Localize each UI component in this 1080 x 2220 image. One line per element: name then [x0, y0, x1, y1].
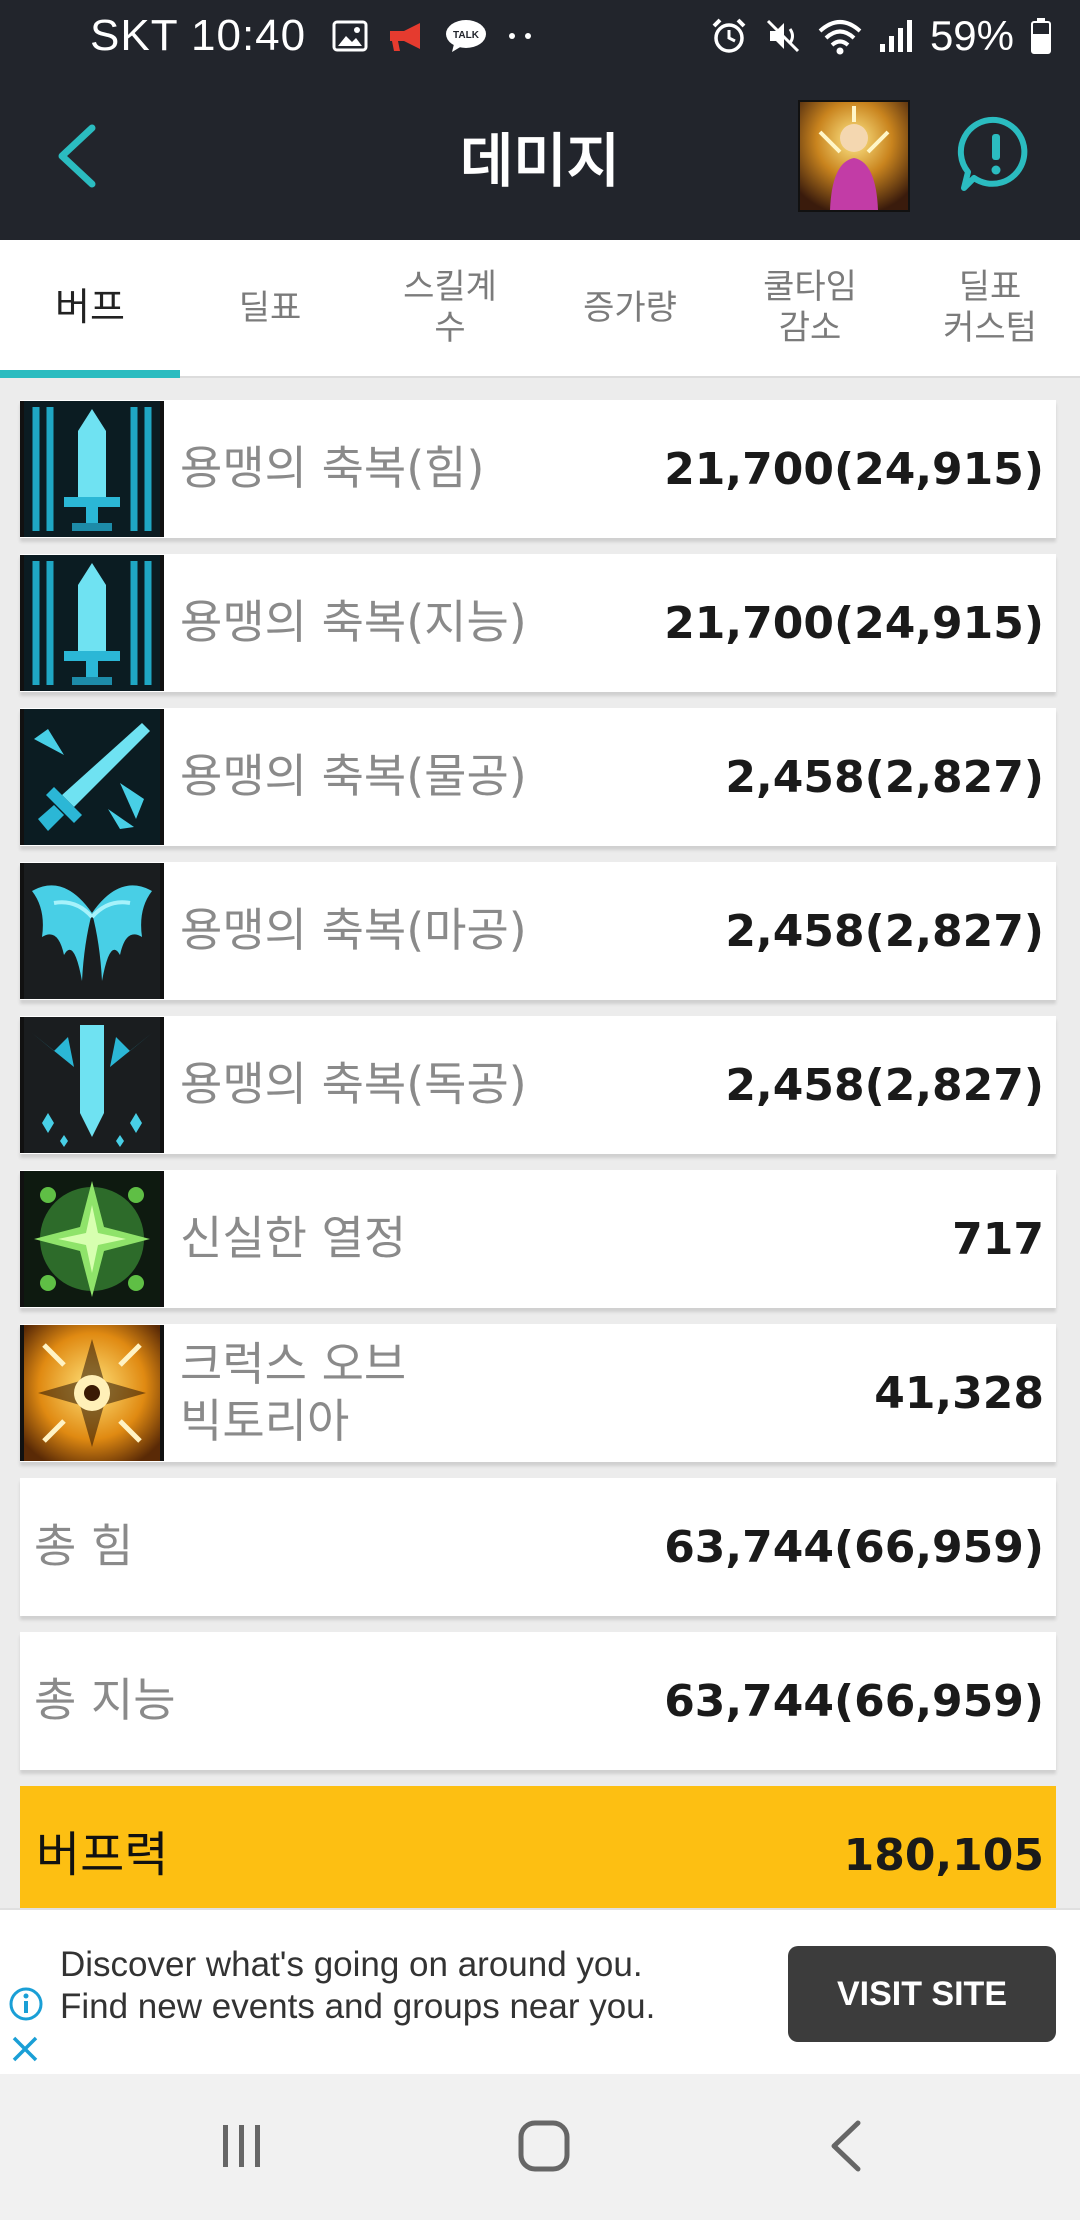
golden-sigil-icon [24, 1325, 160, 1461]
gallery-icon [332, 20, 368, 52]
recent-apps-icon [223, 2125, 260, 2167]
alert-bubble-icon [957, 116, 1028, 191]
visit-site-button[interactable]: VISIT SITE [788, 1946, 1056, 2042]
report-button[interactable] [954, 112, 1038, 196]
buff-list: 용맹의 축복(힘) 21,700(24,915) 용맹의 축복(지능) 21,7… [20, 400, 1056, 1940]
green-cross-icon [24, 1171, 160, 1307]
back-arrow-icon [831, 2120, 861, 2172]
recent-apps-button[interactable] [182, 2096, 302, 2196]
buff-value: 21,700(24,915) [664, 597, 1044, 649]
talk-icon: TALK [446, 20, 487, 52]
buff-value: 717 [952, 1213, 1044, 1265]
nav-back-button[interactable] [786, 2096, 906, 2196]
buff-value: 2,458(2,827) [725, 905, 1044, 957]
character-portrait-icon [800, 102, 908, 210]
notification-icons: TALK [332, 18, 536, 54]
status-bar: SKT 10:40 TALK 59% [0, 0, 1080, 72]
skill-icon [20, 709, 164, 845]
avatar[interactable] [798, 100, 910, 212]
home-button[interactable] [484, 2096, 604, 2196]
buff-name: 용맹의 축복(물공) [180, 749, 527, 804]
total-value: 63,744(66,959) [664, 1675, 1044, 1727]
app-bar: 데미지 [0, 72, 1080, 240]
list-item[interactable]: 용맹의 축복(물공) 2,458(2,827) [20, 708, 1056, 846]
ad-text: Discover what's going on around you. Fin… [60, 1944, 655, 2028]
close-icon[interactable] [10, 2034, 40, 2064]
more-dots-icon [509, 33, 532, 39]
skill-icon [20, 555, 164, 691]
home-icon [518, 2120, 570, 2172]
list-item[interactable]: 용맹의 축복(독공) 2,458(2,827) [20, 1016, 1056, 1154]
tab-buff[interactable]: 버프 [0, 240, 180, 378]
blessing-sword-icon [24, 555, 160, 691]
ad-banner[interactable]: Discover what's going on around you. Fin… [0, 1908, 1080, 2074]
buff-name: 용맹의 축복(지능) [180, 595, 527, 650]
buff-name: 크럭스 오브 빅토리아 [180, 1336, 407, 1449]
ad-line-2: Find new events and groups near you. [60, 1987, 656, 2026]
megaphone-icon [390, 23, 421, 51]
total-row: 총 힘 63,744(66,959) [20, 1478, 1056, 1616]
svg-text:TALK: TALK [453, 30, 480, 41]
buff-name: 용맹의 축복(힘) [180, 441, 485, 496]
buff-power-label: 버프력 [36, 1827, 169, 1883]
battery-icon [1031, 18, 1051, 54]
list-item[interactable]: 크럭스 오브 빅토리아 41,328 [20, 1324, 1056, 1462]
chevron-left-icon [58, 124, 96, 188]
list-item[interactable]: 용맹의 축복(지능) 21,700(24,915) [20, 554, 1056, 692]
crossed-blades-icon [24, 709, 160, 845]
battery-percent: 59% [929, 12, 1014, 59]
buff-value: 2,458(2,827) [725, 1059, 1044, 1111]
skill-icon [20, 401, 164, 537]
list-item[interactable]: 용맹의 축복(힘) 21,700(24,915) [20, 400, 1056, 538]
signal-icon [879, 20, 912, 52]
list-item[interactable]: 용맹의 축복(마공) 2,458(2,827) [20, 862, 1056, 1000]
system-nav-bar [0, 2074, 1080, 2220]
page-title: 데미지 [459, 127, 621, 195]
tab-skill-coefficient[interactable]: 스킬계 수 [360, 240, 540, 376]
tab-bar: 버프 딜표 스킬계 수 증가량 쿨타임 감소 딜표 커스텀 [0, 240, 1080, 378]
buff-power-value: 180,105 [843, 1829, 1044, 1881]
mute-icon [766, 19, 799, 53]
total-row: 총 지능 63,744(66,959) [20, 1632, 1056, 1770]
tab-damage-table[interactable]: 딜표 [180, 240, 360, 376]
total-name: 총 지능 [34, 1673, 176, 1728]
blessing-sword-icon [24, 401, 160, 537]
status-right: 59% [710, 12, 1052, 60]
buff-value: 41,328 [874, 1367, 1044, 1419]
spiked-sword-icon [24, 1017, 160, 1153]
wifi-icon [818, 20, 862, 55]
info-icon[interactable] [8, 1986, 44, 2022]
buff-power-row: 버프력 180,105 [20, 1786, 1056, 1924]
buff-value: 2,458(2,827) [725, 751, 1044, 803]
total-name: 총 힘 [34, 1519, 134, 1574]
ad-line-1: Discover what's going on around you. [60, 1945, 643, 1984]
wings-icon [24, 863, 160, 999]
buff-value: 21,700(24,915) [664, 443, 1044, 495]
total-value: 63,744(66,959) [664, 1521, 1044, 1573]
tab-custom-damage-table[interactable]: 딜표 커스텀 [900, 240, 1080, 376]
skill-icon [20, 1017, 164, 1153]
status-time: SKT 10:40 [90, 11, 307, 60]
tab-increase[interactable]: 증가량 [540, 240, 720, 376]
skill-icon [20, 863, 164, 999]
back-button[interactable] [36, 116, 116, 196]
list-item[interactable]: 신실한 열정 717 [20, 1170, 1056, 1308]
buff-name: 용맹의 축복(마공) [180, 903, 527, 958]
skill-icon [20, 1325, 164, 1461]
buff-name: 용맹의 축복(독공) [180, 1057, 527, 1112]
alarm-icon [712, 18, 746, 53]
buff-name: 신실한 열정 [180, 1211, 407, 1266]
skill-icon [20, 1171, 164, 1307]
tab-cooldown-reduction[interactable]: 쿨타임 감소 [720, 240, 900, 376]
